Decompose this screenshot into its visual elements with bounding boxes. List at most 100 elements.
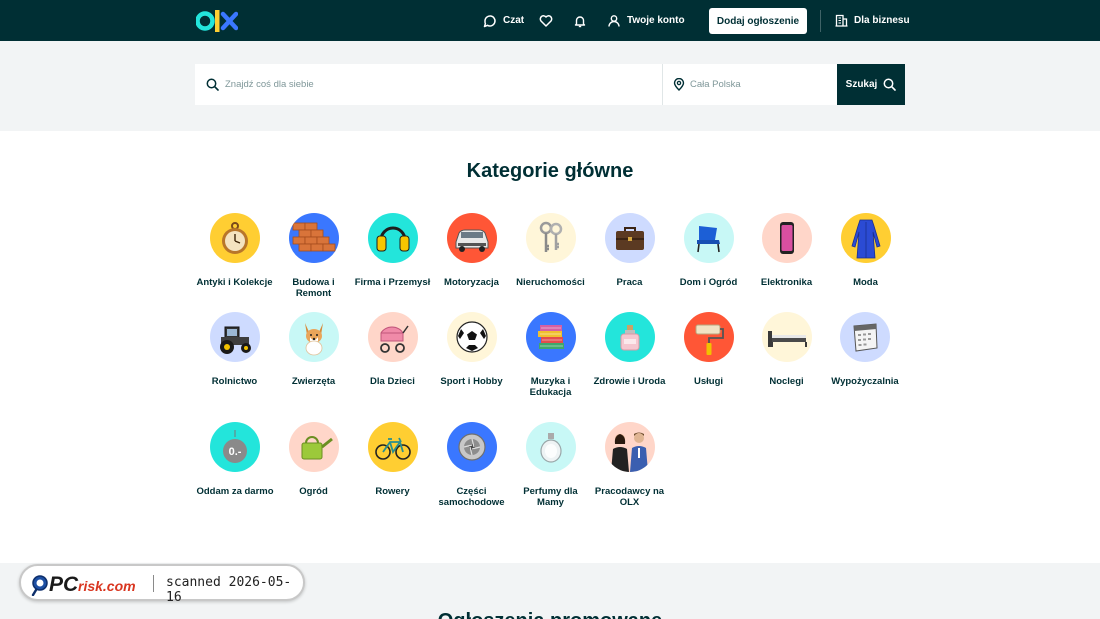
building-icon <box>835 14 848 27</box>
category-sport-hobby[interactable]: Sport i Hobby <box>432 312 511 387</box>
category-label: Firma i Przemysł <box>354 277 431 288</box>
ear-protectors-icon <box>367 213 418 263</box>
pocket-watch-icon <box>209 213 260 263</box>
paint-roller-icon <box>683 312 734 362</box>
category-label: Dom i Ogród <box>679 277 738 288</box>
free-tag-icon: 0.- <box>210 422 260 472</box>
category-label: Budowa i Remont <box>292 277 335 299</box>
category-services[interactable]: Usługi <box>669 312 748 387</box>
category-bikes[interactable]: Rowery <box>353 422 432 497</box>
category-fashion[interactable]: Moda <box>826 213 905 288</box>
category-label: Wypożyczalnia <box>831 376 899 387</box>
dog-icon <box>288 312 339 362</box>
search-field-container <box>195 64 662 105</box>
favorites-button[interactable] <box>539 0 553 41</box>
category-label: Muzyka i Edukacja <box>529 376 572 398</box>
category-employers[interactable]: Pracodawcy na OLX <box>590 422 669 508</box>
category-label: Części samochodowe <box>438 486 505 508</box>
categories-title: Kategorie główne <box>466 160 634 182</box>
category-label: Moda <box>853 277 878 288</box>
olx-logo-icon <box>196 10 238 32</box>
search-button-icon <box>883 78 897 91</box>
category-label: Ogród <box>299 486 328 497</box>
category-label: Dla Dzieci <box>370 376 415 387</box>
notifications-button[interactable] <box>573 0 587 41</box>
turbocharger-icon <box>446 422 497 472</box>
category-label: Praca <box>616 277 643 288</box>
heart-icon <box>539 14 553 27</box>
briefcase-icon <box>604 213 655 263</box>
keys-icon <box>525 213 576 263</box>
olx-logo[interactable] <box>196 9 238 33</box>
svg-text:0.-: 0.- <box>229 446 242 458</box>
stroller-icon <box>367 312 418 362</box>
bicycle-icon <box>367 422 418 472</box>
category-label: Zdrowie i Uroda <box>593 376 666 387</box>
add-ad-button[interactable]: Dodaj ogłoszenie <box>709 8 807 34</box>
top-navigation-bar: Czat Twoje konto Dodaj ogłoszenie Dla bi… <box>0 0 1100 41</box>
account-link[interactable]: Twoje konto <box>607 0 685 41</box>
perfume-icon <box>525 422 576 472</box>
account-label: Twoje konto <box>627 15 685 26</box>
category-accommodation[interactable]: Noclegi <box>747 312 826 387</box>
category-label: Noclegi <box>769 376 804 387</box>
category-free[interactable]: 0.- Oddam za darmo <box>190 422 280 497</box>
svg-text:PC: PC <box>49 573 79 596</box>
category-kids[interactable]: Dla Dzieci <box>353 312 432 387</box>
user-icon <box>608 14 620 27</box>
category-electronics[interactable]: Elektronika <box>747 213 826 288</box>
category-antiques[interactable]: Antyki i Kolekcje <box>195 213 274 288</box>
category-perfume-for-mom[interactable]: Perfumy dla Mamy <box>511 422 590 508</box>
category-label: Usługi <box>693 376 724 387</box>
category-label: Antyki i Kolekcje <box>196 277 273 288</box>
scan-date-text: scanned 2026-05-16 <box>166 575 292 605</box>
armchair-icon <box>683 213 734 263</box>
badge-separator <box>153 575 154 592</box>
location-input[interactable] <box>690 79 830 90</box>
category-automotive[interactable]: Motoryzacja <box>432 213 511 288</box>
search-input[interactable] <box>225 79 645 90</box>
employers-icon <box>604 422 655 472</box>
category-business[interactable]: Firma i Przemysł <box>353 213 432 288</box>
category-label: Perfumy dla Mamy <box>523 486 578 508</box>
category-home-garden[interactable]: Dom i Ogród <box>669 213 748 288</box>
category-label: Nieruchomości <box>516 277 585 288</box>
business-label: Dla biznesu <box>854 15 910 26</box>
search-button-label: Szukaj <box>845 79 878 90</box>
category-health-beauty[interactable]: Zdrowie i Uroda <box>590 312 669 387</box>
chat-link[interactable]: Czat <box>483 0 524 41</box>
calendar-icon <box>840 312 890 362</box>
bricks-icon <box>288 213 339 263</box>
chat-icon <box>483 14 496 27</box>
chat-label: Czat <box>503 15 525 26</box>
category-car-parts[interactable]: Części samochodowe <box>432 422 511 508</box>
location-pin-icon <box>673 78 685 91</box>
dress-icon <box>840 213 891 263</box>
search-icon <box>206 78 219 91</box>
category-label: Motoryzacja <box>444 277 499 288</box>
category-rentals[interactable]: Wypożyczalnia <box>820 312 910 387</box>
promoted-title: Ogłoszenia promowane <box>0 610 1100 619</box>
category-jobs[interactable]: Praca <box>590 213 669 288</box>
tractor-icon <box>209 312 260 362</box>
smartphone-icon <box>761 213 812 263</box>
category-music-education[interactable]: Muzyka i Edukacja <box>511 312 590 398</box>
car-icon <box>446 213 497 263</box>
category-agriculture[interactable]: Rolnictwo <box>195 312 274 387</box>
search-section: Szukaj <box>0 41 1100 131</box>
category-label: Rolnictwo <box>211 376 258 387</box>
category-label: Pracodawcy na OLX <box>594 486 665 508</box>
category-real-estate[interactable]: Nieruchomości <box>511 213 590 288</box>
business-link[interactable]: Dla biznesu <box>835 0 910 41</box>
category-label: Sport i Hobby <box>440 376 503 387</box>
search-button[interactable]: Szukaj <box>837 64 905 105</box>
bell-icon <box>574 15 586 27</box>
header-divider <box>820 10 821 32</box>
perfume-bottle-icon <box>604 312 655 362</box>
bed-icon <box>761 312 812 362</box>
category-animals[interactable]: Zwierzęta <box>274 312 353 387</box>
pcrisk-logo: PC risk.com <box>31 572 147 601</box>
watering-can-icon <box>288 422 339 472</box>
category-garden[interactable]: Ogród <box>274 422 353 497</box>
category-construction[interactable]: Budowa i Remont <box>274 213 353 299</box>
